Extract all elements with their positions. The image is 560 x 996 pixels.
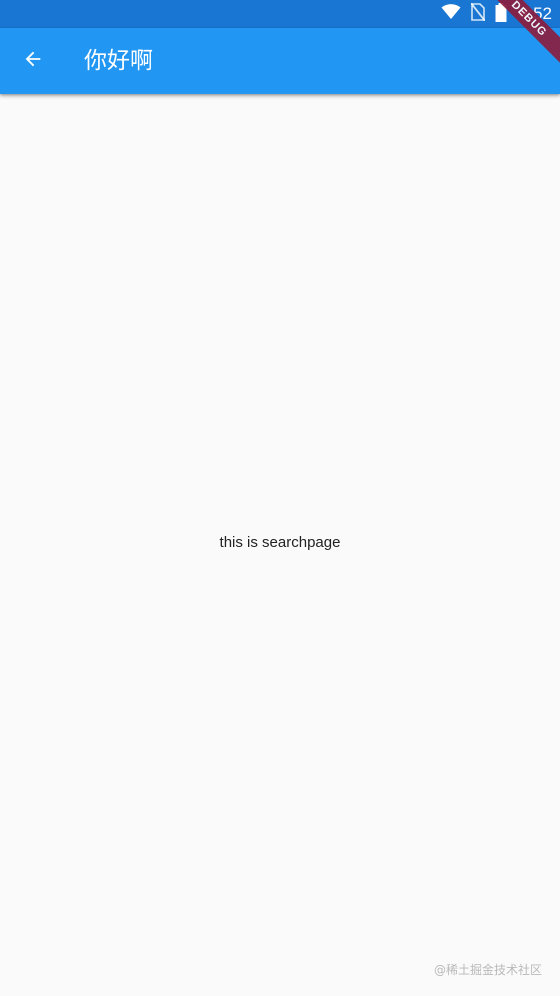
watermark: @稀土掘金技术社区 [433, 963, 542, 977]
body-text: this is searchpage [219, 534, 341, 551]
back-button[interactable] [12, 40, 54, 82]
no-sim-icon [470, 2, 486, 25]
wifi-icon [441, 4, 461, 24]
app-bar: 你好啊 [0, 28, 560, 94]
page-title: 你好啊 [84, 48, 153, 74]
device-screen: 4:52 你好啊 DEBUG this is searchpage @稀土掘金技… [0, 0, 560, 996]
page-body: this is searchpage [0, 94, 560, 996]
arrow-back-icon [22, 48, 44, 74]
status-bar: 4:52 [0, 0, 560, 28]
